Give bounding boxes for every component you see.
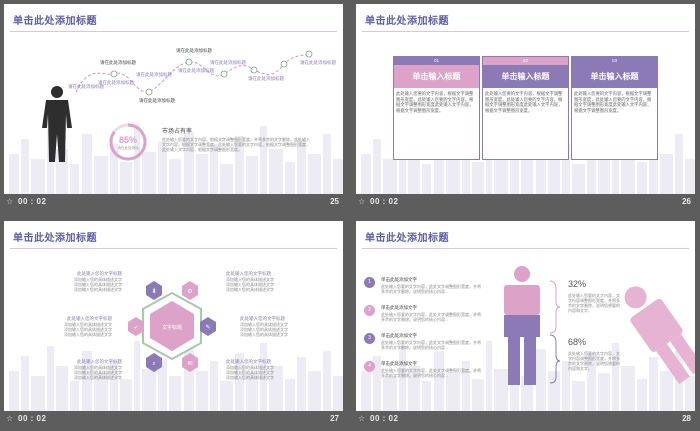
card-body: 此处输入您要的文字内容，根据文字调整图形宽度，此处输入您要的文字内容，根据文字调… — [396, 91, 474, 113]
title-divider — [362, 31, 689, 32]
stat-value: 32% — [568, 279, 587, 289]
tilted-figure — [624, 286, 695, 384]
timeline-label: 请在此处添加标题 — [100, 60, 136, 65]
card-body: 此处输入您要的文字内容，根据文字调整图形宽度，此处输入您要的文字内容，根据文字调… — [574, 91, 652, 113]
slide-footer: ☆ 00 : 02 26 — [356, 194, 695, 209]
item-line: 添加输入您的具体描述文字 — [64, 332, 112, 337]
list-number: 4 — [364, 361, 375, 372]
slide-footer: ☆ 00 : 02 25 — [4, 194, 343, 209]
slide-footer: ☆ 00 : 02 27 — [4, 411, 343, 426]
slide-thumb-28[interactable]: 单击此处添加标题 1 单击此处添加文字 此处输入您要的文字内容，此处文字调整图形… — [356, 221, 695, 426]
item-line: 添加输入您的具体描述文字 — [226, 375, 274, 380]
card-index: 01 — [394, 57, 479, 65]
stat-text: 此处输入您要的文字内容，文字内容调整图形宽度，并将多余的文字删除，说明您想要的内… — [568, 351, 620, 371]
slide-timing: 00 : 02 — [18, 197, 47, 206]
timeline-label: 请在此处添加标题 — [98, 80, 134, 85]
slide-number: 26 — [682, 197, 691, 206]
item-line: 添加输入您的具体描述文字 — [240, 332, 288, 337]
timeline-label: 请在此处添加标题 — [139, 98, 175, 103]
list-heading: 单击此处添加文字 — [381, 277, 417, 282]
slide-title: 单击此处添加标题 — [13, 233, 97, 244]
slide-footer: ☆ 00 : 02 28 — [356, 411, 695, 426]
slide-number: 28 — [682, 414, 691, 423]
timeline-label: 请在此处添加标题 — [178, 68, 214, 73]
card-index: 03 — [572, 57, 657, 65]
slide-canvas[interactable]: 单击此处添加标题 01 单击输入标题 此处输入您要的文字内容，根据文字调整图形宽… — [356, 4, 695, 194]
market-heading: 市场占有率 — [162, 129, 193, 135]
timeline-label: 请在此处添加标题 — [300, 60, 336, 65]
card-heading: 单击输入标题 — [572, 65, 657, 88]
list-heading: 单击此处添加文字 — [381, 305, 417, 310]
item-line: 添加输入您的具体描述文字 — [74, 287, 122, 292]
slide-number: 27 — [330, 414, 339, 423]
star-icon[interactable]: ☆ — [6, 197, 13, 206]
list-text: 此处输入您要的文字内容，此处文字调整图形宽度，并将多余的文字删除。说明您的核心内… — [381, 340, 481, 350]
feature-item: 此处输入您的文字标题 添加输入您的具体描述文字 添加输入您的具体描述文字 添加输… — [32, 359, 122, 380]
slide-timing: 00 : 02 — [18, 414, 47, 423]
slide-thumb-27[interactable]: 单击此处添加标题 ⬇ ⚙ ➶ ✎ ⌕ ✉ 文字标题 此处输入您的文字标题 添加输… — [4, 221, 343, 426]
slide-timing: 00 : 02 — [370, 197, 399, 206]
slide-number: 25 — [330, 197, 339, 206]
feature-item: 此处输入您的文字标题 添加输入您的具体描述文字 添加输入您的具体描述文字 添加输… — [32, 271, 122, 292]
item-line: 添加输入您的具体描述文字 — [74, 375, 122, 380]
slide-title: 单击此处添加标题 — [365, 233, 449, 244]
item-line: 添加输入您的具体描述文字 — [226, 287, 274, 292]
feature-item: 此处输入您的文字标题 添加输入您的具体描述文字 添加输入您的具体描述文字 添加输… — [32, 316, 112, 337]
card-heading: 单击输入标题 — [394, 65, 479, 88]
slide-canvas[interactable]: 单击此处添加标题 1 单击此处添加文字 此处输入您要的文字内容，此处文字调整图形… — [356, 221, 695, 411]
info-card[interactable]: 03 单击输入标题 此处输入您要的文字内容，根据文字调整图形宽度，此处输入您要的… — [571, 56, 658, 160]
star-icon[interactable]: ☆ — [6, 414, 13, 423]
slide-canvas[interactable]: 单击此处添加标题 请在此处添加标题 请在此处添加标题 请在此处添加标题 请在此处… — [4, 4, 343, 194]
market-text: 此处输入您要的文字内容，根据文字调整图形宽度，并将多余的文字删除。此处输入文字内… — [162, 137, 310, 152]
timeline-label: 请在此处添加标题 — [248, 76, 284, 81]
list-text: 此处输入您要的文字内容，此处文字调整图形宽度，并将多余的文字删除。说明您的核心内… — [381, 284, 481, 294]
stat-value: 68% — [568, 337, 587, 347]
card-index: 02 — [483, 57, 568, 65]
card-heading: 单击输入标题 — [483, 65, 568, 88]
list-heading: 单击此处添加文字 — [381, 333, 417, 338]
list-text: 此处输入您要的文字内容，此处文字调整图形宽度，并将多余的文字删除。说明您的核心内… — [381, 368, 481, 378]
download-icon: ⬇ — [151, 288, 156, 295]
list-heading: 单击此处添加文字 — [381, 361, 417, 366]
slide-timing: 00 : 02 — [370, 414, 399, 423]
percent-caption: 请在此处添加 — [117, 146, 139, 150]
feature-item: 此处输入您的文字标题 添加输入您的具体描述文字 添加输入您的具体描述文字 添加输… — [226, 359, 326, 380]
list-number: 3 — [364, 333, 375, 344]
person-figure — [504, 266, 540, 385]
center-text: 文字标题 — [161, 325, 182, 331]
timeline-label: 请在此处添加标题 — [176, 48, 212, 53]
list-number: 2 — [364, 305, 375, 316]
timeline-label: 请在此处添加标题 — [210, 60, 246, 65]
list-number: 1 — [364, 277, 375, 288]
search-icon: ⌕ — [152, 360, 155, 367]
info-card[interactable]: 01 单击输入标题 此处输入您要的文字内容，根据文字调整图形宽度，此处输入您要的… — [393, 56, 480, 160]
title-divider — [362, 248, 689, 249]
stat-text: 此处输入您要的文字内容，文字内容调整图形宽度，并将多余的文字删除，说明您想要的内… — [568, 293, 620, 313]
star-icon[interactable]: ☆ — [358, 197, 365, 206]
feature-item: 此处输入您的文字标题 添加输入您的具体描述文字 添加输入您的具体描述文字 添加输… — [226, 271, 326, 292]
info-card[interactable]: 02 单击输入标题 此处输入您要的文字内容，根据文字调整图形宽度，此处输入您要的… — [482, 56, 569, 160]
feature-item: 此处输入您的文字标题 添加输入您的具体描述文字 添加输入您的具体描述文字 添加输… — [240, 316, 340, 337]
slide-thumb-26[interactable]: 单击此处添加标题 01 单击输入标题 此处输入您要的文字内容，根据文字调整图形宽… — [356, 4, 695, 209]
slide-title: 单击此处添加标题 — [365, 16, 449, 27]
gear-icon: ⚙ — [187, 288, 192, 295]
timeline-label: 请在此处添加标题 — [136, 72, 172, 77]
slide-canvas[interactable]: 单击此处添加标题 ⬇ ⚙ ➶ ✎ ⌕ ✉ 文字标题 此处输入您的文字标题 添加输… — [4, 221, 343, 411]
title-divider — [10, 248, 337, 249]
card-body: 此处输入您要的文字内容，根据文字调整图形宽度，此处输入您要的文字内容，根据文字调… — [485, 91, 563, 113]
chat-icon: ✉ — [187, 360, 192, 367]
slide-thumb-25[interactable]: 单击此处添加标题 请在此处添加标题 请在此处添加标题 请在此处添加标题 请在此处… — [4, 4, 343, 209]
bracket — [549, 280, 561, 384]
list-text: 此处输入您要的文字内容，此处文字调整图形宽度，并将多余的文字删除。说明您的核心内… — [381, 312, 481, 322]
percent-value: 85% — [118, 135, 137, 145]
star-icon[interactable]: ☆ — [358, 414, 365, 423]
